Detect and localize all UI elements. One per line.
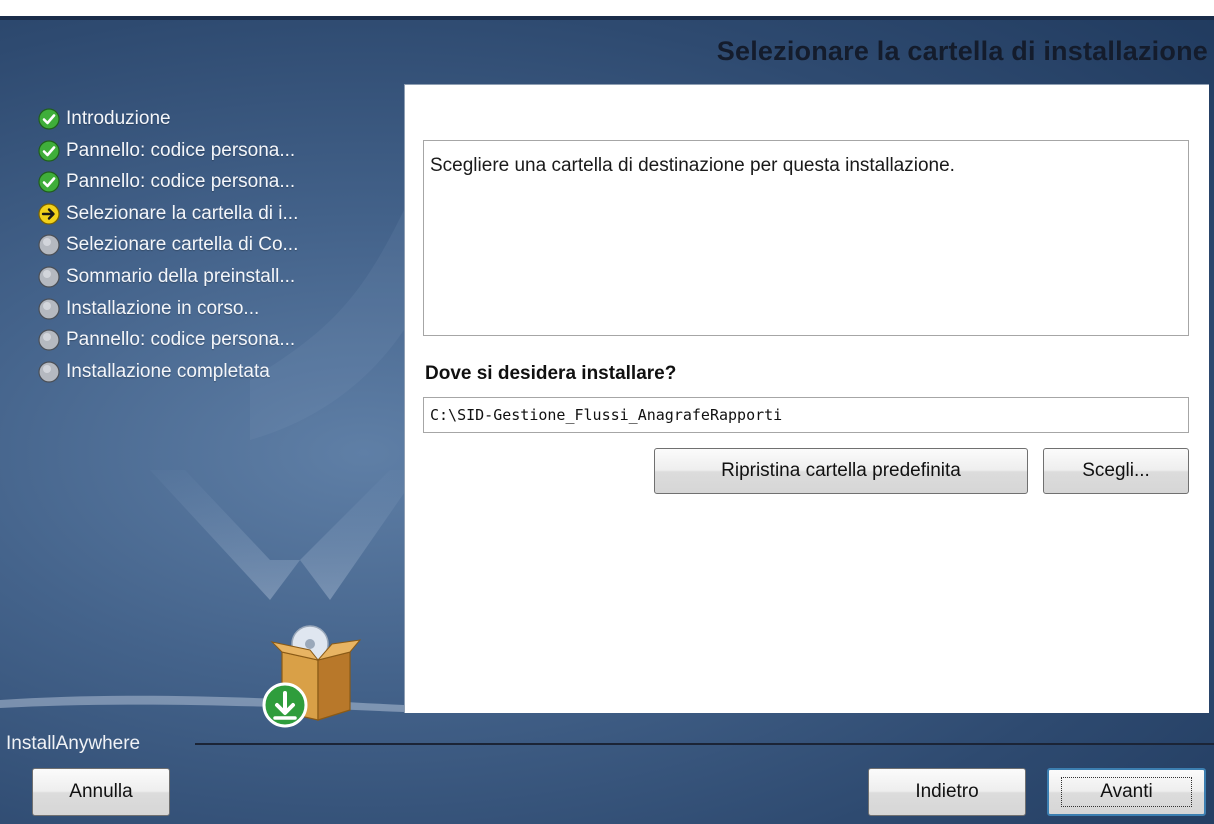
step-item-preinstall-summary: Sommario della preinstall... [38,262,398,292]
footer-divider [195,743,1214,745]
circle-icon [38,266,60,288]
next-button-label: Avanti [1061,777,1192,807]
install-box-icon [262,625,362,728]
circle-icon [38,297,60,320]
choose-folder-button[interactable]: Scegli... [1043,448,1189,494]
step-label: Installazione in corso... [66,297,260,319]
step-label: Installazione completata [66,360,270,382]
page-title: Selezionare la cartella di installazione [716,36,1208,66]
check-icon [38,139,60,162]
install-path-input[interactable] [423,397,1189,433]
restore-default-folder-button[interactable]: Ripristina cartella predefinita [654,448,1028,494]
step-item-custom-panel-1: Pannello: codice persona... [38,136,398,166]
arrow-right-icon [38,203,60,225]
content-panel: Scegliere una cartella di destinazione p… [404,84,1209,713]
step-item-custom-panel-2: Pannello: codice persona... [38,167,398,197]
check-icon [38,108,60,130]
step-item-installing: Installazione in corso... [38,294,398,324]
step-label: Introduzione [66,108,171,129]
back-button[interactable]: Indietro [868,768,1026,816]
check-icon [38,171,60,193]
step-label: Sommario della preinstall... [66,265,296,287]
next-button[interactable]: Avanti [1047,768,1206,816]
step-label: Pannello: codice persona... [66,139,296,161]
step-item-install-complete: Installazione completata [38,357,398,387]
installer-window: Selezionare la cartella di installazione… [0,0,1214,824]
step-label: Selezionare la cartella di i... [66,202,299,224]
step-item-select-folder: Selezionare cartella di Co... [38,230,398,260]
cancel-button[interactable]: Annulla [32,768,170,816]
step-label: Pannello: codice persona... [66,329,296,351]
circle-icon [38,361,60,383]
step-item-introduction: Introduzione [38,104,398,134]
install-location-question: Dove si desidera installare? [425,363,677,384]
step-item-custom-panel-3: Pannello: codice persona... [38,325,398,355]
step-label: Selezionare cartella di Co... [66,234,299,256]
brand-label: InstallAnywhere [6,733,141,754]
steps-list: Introduzione Pannello: codice persona...… [38,104,398,388]
circle-icon [38,234,60,256]
circle-icon [38,329,60,351]
description-box: Scegliere una cartella di destinazione p… [423,140,1189,336]
window-top-border [0,16,1214,20]
step-item-install-folder: Selezionare la cartella di i... [38,199,398,229]
step-label: Pannello: codice persona... [66,171,296,193]
window-top-edge [0,0,1214,16]
